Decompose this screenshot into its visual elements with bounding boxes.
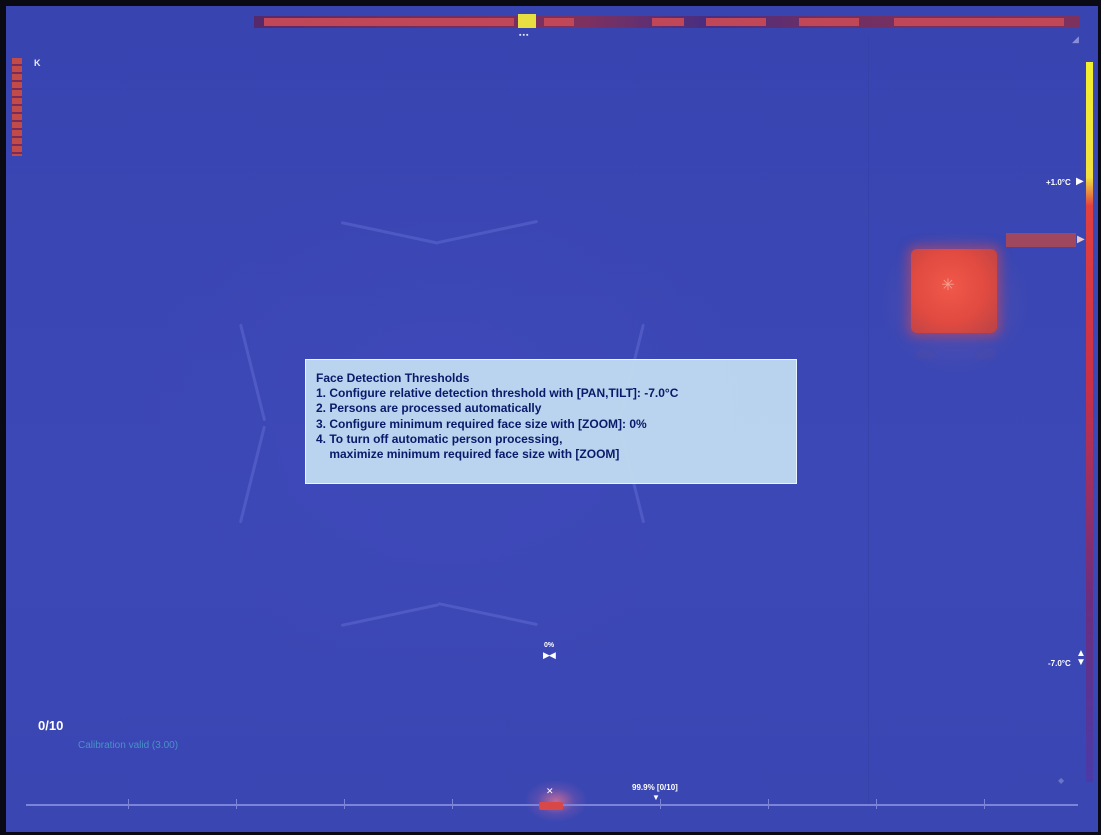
timeline-tick (876, 799, 877, 809)
thermal-camera-view: ▪▪▪ ◢ K ✳ +1.0°C ▶ ▶ -7.0°C ▲ ▼ Face Det… (6, 6, 1098, 832)
timeline-value-arrow-icon: ▼ (652, 793, 660, 802)
history-segment (706, 18, 766, 26)
overlay-line: maximize minimum required face size with… (316, 447, 620, 462)
face-guide-top-right (437, 219, 539, 244)
timeline-tick (660, 799, 661, 809)
history-segment (652, 18, 684, 26)
position-marker-dots: ▪▪▪ (519, 32, 530, 39)
timeline-tick (768, 799, 769, 809)
face-guide-top-left (340, 221, 440, 245)
history-segment (264, 18, 514, 26)
left-level-strip (12, 58, 22, 156)
timeline-value-label: 99.9% [0/10] (632, 783, 678, 792)
threshold-label: -7.0°C (1048, 659, 1071, 668)
overlay-line: 2. Persons are processed automatically (316, 401, 542, 416)
person-count: 0/10 (38, 718, 64, 733)
overlay-line: 4. To turn off automatic person processi… (316, 431, 563, 446)
timeline-tick (452, 799, 453, 809)
threshold-adjust-arrows-icon[interactable]: ▲ ▼ (1076, 649, 1086, 668)
face-guide-left-bottom (238, 425, 266, 524)
scale-reading-box (1006, 233, 1076, 247)
face-guide-bottom-right (437, 602, 539, 627)
timeline-highlight (526, 781, 586, 821)
history-segment (799, 18, 859, 26)
face-size-percent: 0% (544, 642, 555, 649)
temperature-color-scale (1086, 62, 1093, 782)
face-detection-info-overlay: Face Detection Thresholds 1. Configure r… (305, 359, 797, 484)
corner-indicator-icon: ◢ (1072, 34, 1079, 44)
overlay-line: 3. Configure minimum required face size … (316, 416, 647, 431)
timeline-tick (984, 799, 985, 809)
scale-max-label: +1.0°C (1046, 178, 1071, 187)
timeline-tick (236, 799, 237, 809)
face-guide-left-top (239, 323, 267, 422)
scale-max-arrow-icon[interactable]: ▶ (1076, 176, 1084, 187)
timeline-end-icon: ◆ (1058, 776, 1065, 785)
heat-object-foot (976, 349, 996, 359)
scale-reading-arrow-icon: ▶ (1077, 234, 1085, 245)
history-segment (544, 18, 574, 26)
left-indicator: K (34, 58, 41, 68)
overlay-line: 1. Configure relative detection threshol… (316, 386, 679, 401)
timeline-alarm-marker[interactable] (539, 802, 563, 810)
calibration-status: Calibration valid (3.00) (78, 740, 179, 751)
timeline-cursor-icon[interactable]: ✕ (546, 786, 554, 797)
face-size-marker-icon: ▶◀ (543, 650, 556, 660)
face-guide-bottom-left (340, 603, 440, 627)
heat-object-foot (916, 349, 936, 359)
capture-history-strip[interactable] (254, 16, 1079, 28)
overlay-title: Face Detection Thresholds (316, 371, 470, 385)
hotspot-cross-icon: ✳ (941, 277, 955, 294)
timeline-tick (344, 799, 345, 809)
frame-divider (868, 36, 869, 806)
timeline-tick (128, 799, 129, 809)
current-position-marker[interactable] (518, 14, 536, 28)
history-segment (894, 18, 1064, 26)
